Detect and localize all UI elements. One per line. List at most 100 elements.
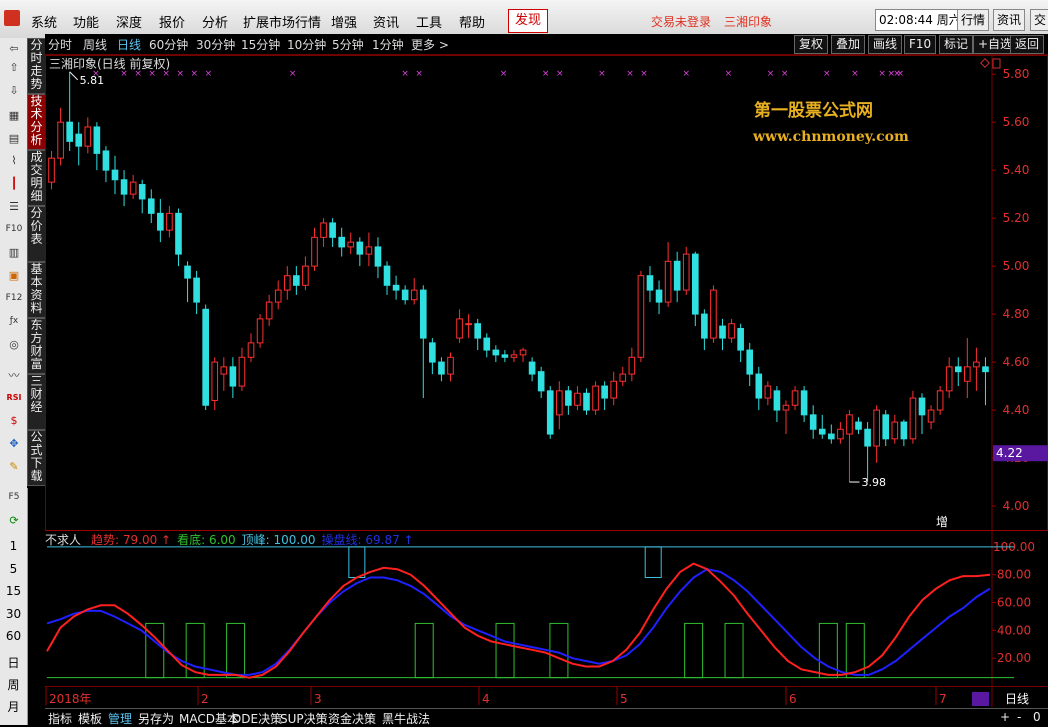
period-daily[interactable]: 日线 — [117, 36, 141, 53]
wave-icon[interactable]: 〰 — [5, 367, 23, 384]
candle-body — [383, 265, 391, 286]
candle-body — [347, 241, 355, 248]
reset-button[interactable]: 0 — [1033, 710, 1041, 724]
arrow-down-icon[interactable]: ⇩ — [5, 82, 23, 99]
candle-body — [293, 275, 300, 286]
tab-formula-download[interactable]: 公式下载 — [27, 430, 46, 486]
menu-item-enhance[interactable]: 增强 — [331, 12, 357, 31]
candle-body — [864, 428, 871, 447]
period-15min[interactable]: 15分钟 — [241, 36, 280, 53]
period-15-button[interactable]: 15 — [0, 584, 27, 598]
indicator-values: 趋势: 79.00 ↑ 看底: 6.00 顶峰: 100.00 操盘线: 69.87 … — [91, 532, 414, 547]
info-button[interactable]: 资讯 — [993, 9, 1026, 31]
f10-button[interactable]: F10 — [904, 35, 937, 54]
candle-body — [438, 361, 445, 375]
grid-icon[interactable]: ▦ — [5, 107, 23, 124]
tab-intraday[interactable]: 分时走势 — [27, 38, 46, 94]
menu-item-quote[interactable]: 报价 — [159, 12, 185, 31]
tab-eastmoney[interactable]: 东方财富 — [27, 318, 46, 374]
document-icon[interactable]: ▥ — [5, 244, 23, 261]
bottom-tab-capital[interactable]: 资金决策 — [328, 710, 376, 727]
zoom-out-button[interactable]: - — [1017, 710, 1021, 724]
overlay-button[interactable]: 叠加 — [831, 35, 866, 54]
bottom-tab-save-as[interactable]: 另存为 — [138, 710, 174, 727]
rsi-icon[interactable]: RSI — [5, 389, 23, 406]
menu-item-help[interactable]: 帮助 — [459, 12, 485, 31]
menu-item-news[interactable]: 资讯 — [373, 12, 399, 31]
pencil-icon[interactable]: ✎ — [5, 458, 23, 475]
fx-icon[interactable]: ƒx — [5, 313, 23, 330]
bottom-tab-dde[interactable]: DDE决策 — [232, 710, 282, 727]
move-icon[interactable]: ✥ — [5, 435, 23, 452]
period-60min[interactable]: 60分钟 — [149, 36, 188, 53]
f10-icon[interactable]: F10 — [5, 221, 23, 238]
list-icon[interactable]: ☰ — [5, 198, 23, 215]
dollar-icon[interactable]: $ — [5, 412, 23, 429]
indicator-tick-label: 80.00 — [997, 568, 1031, 582]
bottom-tab-macd[interactable]: MACD基本 — [179, 710, 239, 727]
period-30min[interactable]: 30分钟 — [196, 36, 235, 53]
period-bar: 分时 周线 日线 60分钟 30分钟 15分钟 10分钟 5分钟 1分钟 更多 … — [45, 34, 1048, 55]
arrow-left-icon[interactable]: ⇦ — [5, 40, 23, 57]
refresh-icon[interactable]: ⟳ — [5, 512, 23, 529]
line-chart-icon[interactable]: ⌇ — [5, 152, 23, 169]
menu-item-function[interactable]: 功能 — [73, 12, 99, 31]
high-price-label: 5.81 — [80, 74, 105, 87]
zoom-in-button[interactable]: + — [1000, 710, 1010, 724]
period-weekly[interactable]: 周线 — [83, 36, 107, 53]
candle-body — [982, 366, 989, 373]
candle-body — [710, 289, 717, 339]
candle-body — [48, 157, 55, 183]
menu-item-extended-market[interactable]: 扩展市场行情 — [243, 12, 321, 31]
table-icon[interactable]: ▤ — [5, 130, 23, 147]
candle-body — [483, 337, 491, 351]
circle-icon[interactable]: ◎ — [5, 336, 23, 353]
period-1-button[interactable]: 1 — [0, 539, 27, 553]
indicator-tick-label: 60.00 — [997, 596, 1031, 610]
tab-technical[interactable]: 技术分析 — [27, 94, 46, 150]
f5-icon[interactable]: F5 — [5, 489, 23, 506]
market-button[interactable]: 行情 — [957, 9, 990, 31]
bottom-tab-indicator[interactable]: 指标 — [48, 710, 72, 727]
period-1min[interactable]: 1分钟 — [372, 36, 404, 53]
period-5-button[interactable]: 5 — [0, 562, 27, 576]
menu-item-depth[interactable]: 深度 — [116, 12, 142, 31]
menu-item-analysis[interactable]: 分析 — [202, 12, 228, 31]
back-button[interactable]: 返回 — [1010, 35, 1045, 54]
bottom-tab-manage[interactable]: 管理 — [108, 710, 132, 727]
price-tick-label: 5.00 — [1003, 259, 1030, 273]
arrow-up-icon[interactable]: ⇧ — [5, 59, 23, 76]
mark-button[interactable]: 标记 — [939, 35, 974, 54]
tab-trades[interactable]: 成交明细 — [27, 150, 46, 206]
candle-body — [773, 390, 781, 411]
candle-icon[interactable]: ┃ — [5, 175, 23, 192]
menu-item-system[interactable]: 系统 — [31, 12, 57, 31]
draw-line-button[interactable]: 画线 — [868, 35, 903, 54]
period-60-button[interactable]: 60 — [0, 629, 27, 643]
bottom-tab-black-bull[interactable]: 黑牛战法 — [382, 710, 430, 727]
adjust-button[interactable]: 复权 — [794, 35, 829, 54]
period-month-button[interactable]: 月 — [0, 698, 27, 715]
trade-login-status[interactable]: 交易未登录 — [651, 13, 711, 30]
indicator-field: 操盘线: 69.87 ↑ — [322, 532, 414, 547]
period-week-button[interactable]: 周 — [0, 676, 27, 693]
f12-icon[interactable]: F12 — [5, 290, 23, 307]
tab-finance[interactable]: 三财经 — [27, 374, 46, 430]
period-5min[interactable]: 5分钟 — [332, 36, 364, 53]
bottom-tab-template[interactable]: 模板 — [78, 710, 102, 727]
period-day-button[interactable]: 日 — [0, 654, 27, 671]
trade-button[interactable]: 交 — [1030, 9, 1048, 31]
discover-button[interactable]: 发现 — [508, 9, 549, 33]
period-intraday[interactable]: 分时 — [48, 36, 72, 53]
tab-profile[interactable]: 基本资料 — [27, 262, 46, 318]
tab-price-table[interactable]: 分价表 — [27, 206, 46, 262]
period-30-button[interactable]: 30 — [0, 607, 27, 621]
period-more[interactable]: 更多 > — [411, 36, 449, 53]
period-10min[interactable]: 10分钟 — [287, 36, 326, 53]
bottom-tab-sup[interactable]: SUP决策 — [280, 710, 328, 727]
menu-item-tools[interactable]: 工具 — [416, 12, 442, 31]
signal-cross: × — [887, 69, 895, 79]
calendar-icon[interactable]: ▣ — [5, 267, 23, 284]
candle-body — [800, 390, 808, 416]
kline-chart[interactable]: × × × × × × × × × × × × × × × × × × × × × × × ×× × × 5.805.605.40… — [45, 55, 1048, 708]
